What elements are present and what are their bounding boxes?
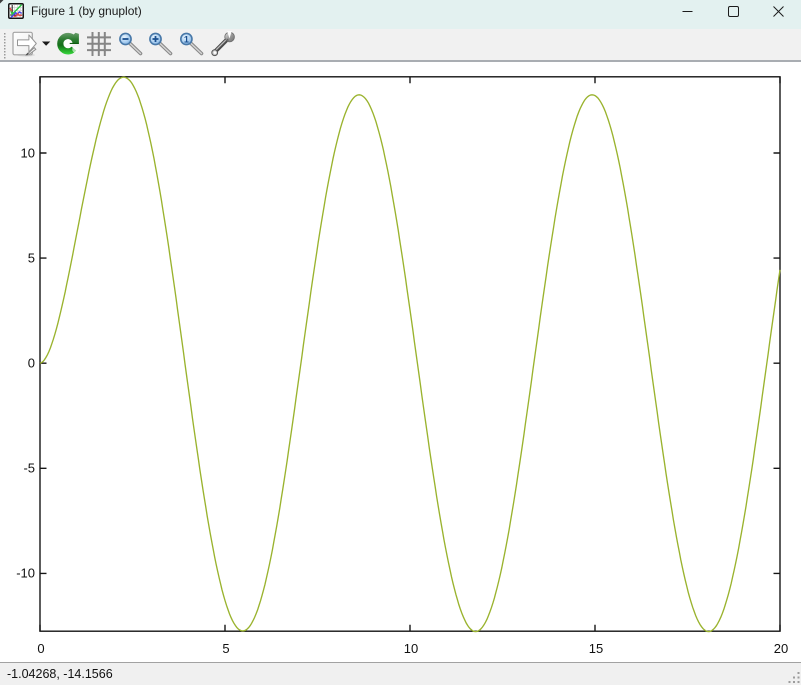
svg-text:1: 1	[184, 35, 189, 45]
